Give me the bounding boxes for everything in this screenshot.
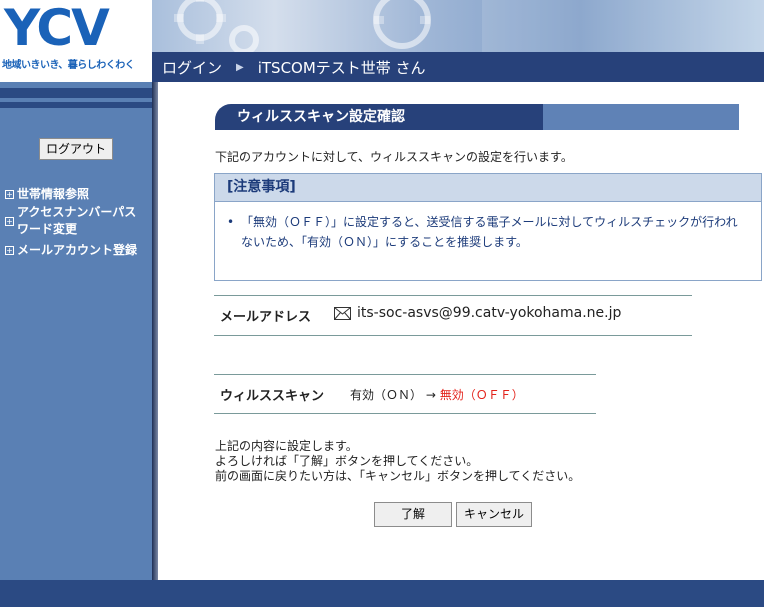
divider [214, 295, 692, 296]
scan-current-value: 有効（ＯＮ） [350, 388, 423, 402]
arrow-right-icon: → [425, 388, 436, 402]
header: YCV 地域いきいき、暮らしわくわく ログイン ▶ iTSCOMテスト世帯 さん [0, 0, 764, 82]
header-banner [152, 0, 764, 52]
title-accent [543, 104, 739, 130]
notice-box: [注意事項] • 「無効（ＯＦＦ）」に設定すると、送受信する電子メールに対してウ… [214, 173, 762, 281]
notice-text: 「無効（ＯＦＦ）」に設定すると、送受信する電子メールに対してウィルスチェックが行… [241, 215, 738, 249]
notice-heading: [注意事項] [215, 174, 761, 202]
confirm-text: 上記の内容に設定します。 よろしければ「了解」ボタンを押してください。 前の画面… [215, 439, 580, 484]
logo[interactable]: YCV [4, 2, 110, 54]
sidebar-item-mail-account[interactable]: + メールアカウント登録 [5, 242, 137, 259]
confirm-line: よろしければ「了解」ボタンを押してください。 [215, 454, 479, 468]
virus-scan-value: 有効（ＯＮ） → 無効（ＯＦＦ） [350, 386, 524, 403]
mail-address-label: メールアドレス [220, 310, 312, 325]
mail-address-value: its-soc-asvs@99.catv-yokohama.ne.jp [334, 305, 621, 321]
sidebar: ログアウト + 世帯情報参照 + アクセスナンバーパスワード変更 + メールアカ… [0, 82, 152, 580]
ok-button[interactable]: 了解 [374, 502, 452, 527]
gear-decoration-icon [174, 0, 764, 52]
logout-button[interactable]: ログアウト [39, 138, 113, 160]
sidebar-stripe [0, 88, 152, 98]
sidebar-item-household-info[interactable]: + 世帯情報参照 [5, 186, 89, 203]
envelope-icon [334, 306, 351, 320]
main-content: ウィルススキャン設定確認 下記のアカウントに対して、ウィルススキャンの設定を行い… [158, 82, 764, 580]
bullet-icon: • [227, 215, 235, 229]
divider [214, 413, 596, 414]
cancel-button[interactable]: キャンセル [456, 502, 532, 527]
confirm-line: 前の画面に戻りたい方は、「キャンセル」ボタンを押してください。 [215, 469, 581, 483]
confirm-line: 上記の内容に設定します。 [215, 439, 358, 453]
nav-household-name: iTSCOMテスト世帯 さん [257, 58, 426, 77]
virus-scan-label: ウィルススキャン [220, 389, 325, 404]
nav-bar: ログイン ▶ iTSCOMテスト世帯 さん [152, 52, 764, 82]
divider [214, 335, 692, 336]
notice-body: • 「無効（ＯＦＦ）」に設定すると、送受信する電子メールに対してウィルスチェック… [215, 202, 761, 252]
sidebar-stripe [0, 102, 152, 108]
sidebar-item-label: メールアカウント登録 [17, 243, 138, 257]
intro-text: 下記のアカウントに対して、ウィルススキャンの設定を行います。 [215, 150, 573, 164]
scan-new-value: 無効（ＯＦＦ） [439, 388, 524, 402]
expand-box-icon: + [5, 217, 14, 226]
footer-bar [0, 580, 764, 607]
sidebar-item-label: アクセスナンバーパスワード変更 [17, 205, 137, 236]
expand-box-icon: + [5, 190, 14, 199]
sidebar-item-label: 世帯情報参照 [17, 187, 90, 201]
nav-separator-icon: ▶ [236, 61, 244, 73]
expand-box-icon: + [5, 246, 14, 255]
logo-area: YCV 地域いきいき、暮らしわくわく [0, 0, 152, 82]
section-title-text: ウィルススキャン設定確認 [237, 109, 405, 125]
section-title: ウィルススキャン設定確認 [215, 104, 739, 130]
sidebar-item-access-password[interactable]: + アクセスナンバーパスワード変更 [5, 204, 145, 238]
nav-login[interactable]: ログイン [162, 57, 222, 78]
divider [214, 374, 596, 375]
mail-address-text: its-soc-asvs@99.catv-yokohama.ne.jp [357, 305, 622, 321]
logo-tagline: 地域いきいき、暮らしわくわく [2, 60, 135, 71]
